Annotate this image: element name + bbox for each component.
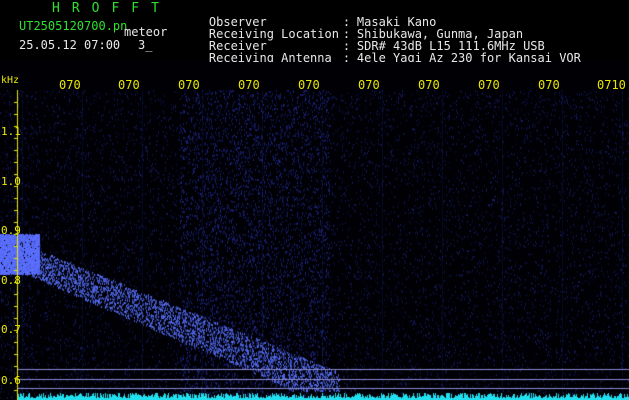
time-tick-label: 070: [178, 78, 200, 92]
freq-tick-label: 0.6: [1, 374, 21, 387]
freq-tick-label: 1.1: [1, 125, 21, 138]
time-tick-label: 070: [59, 78, 81, 92]
spectrogram-canvas: [0, 62, 629, 400]
detection-label: meteor: [124, 25, 168, 39]
datetime-label: 25.05.12 07:00: [19, 38, 121, 52]
freq-tick-label: 0.7: [1, 323, 21, 336]
time-tick-label: 070: [118, 78, 140, 92]
time-tick-label: 070: [478, 78, 500, 92]
count-label: 3_: [138, 38, 153, 52]
freq-tick-label: 0.8: [1, 274, 21, 287]
info-row-observer: Observer: Masaki Kano: [180, 4, 581, 28]
station-info: Observer: Masaki Kano Receiving Location:…: [180, 4, 581, 64]
time-tick-label: 0710: [597, 78, 626, 92]
freq-unit-label: kHz: [1, 75, 20, 86]
time-tick-label: 070: [418, 78, 440, 92]
app-title: HROFFT: [52, 1, 171, 16]
time-tick-label: 070: [358, 78, 380, 92]
freq-tick-label: 0.9: [1, 224, 21, 237]
filename-label: UT2505120700.pn: [19, 19, 128, 33]
time-tick-label: 070: [298, 78, 320, 92]
time-tick-label: 070: [538, 78, 560, 92]
time-tick-label: 070: [238, 78, 260, 92]
freq-tick-label: 1.0: [1, 175, 21, 188]
